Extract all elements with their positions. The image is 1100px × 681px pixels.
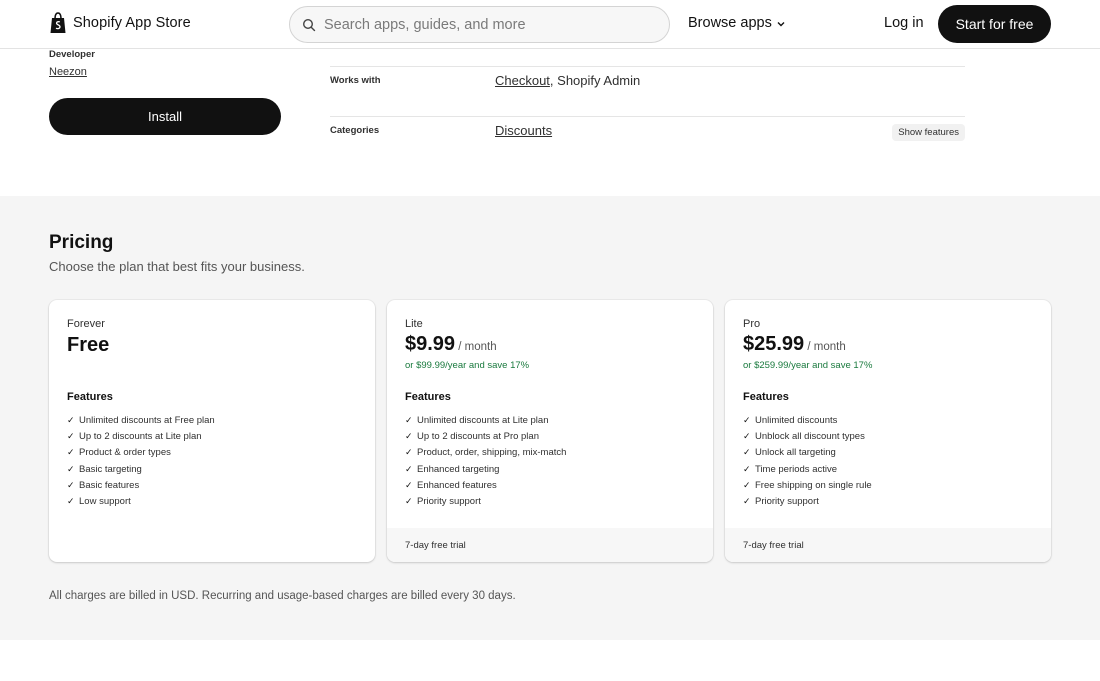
feature-item: ✓ Low support [67, 496, 131, 508]
feature-item: ✓ Unblock all discount types [743, 430, 865, 442]
install-button[interactable]: Install [49, 98, 281, 135]
checkmark-icon: ✓ [67, 496, 75, 507]
checkmark-icon: ✓ [743, 414, 751, 425]
show-features-button[interactable]: Show features [892, 124, 965, 141]
developer-label: Developer [49, 49, 95, 60]
browse-apps-label: Browse apps [688, 15, 772, 31]
plan-yearly-offer: or $99.99/year and save 17% [405, 360, 530, 371]
feature-item: ✓ Basic targeting [67, 463, 142, 475]
feature-item: ✓ Free shipping on single rule [743, 479, 872, 491]
plan-card-lite: Lite $9.99 / month or $99.99/year and sa… [387, 300, 713, 562]
feature-item: ✓ Product & order types [67, 447, 171, 459]
checkmark-icon: ✓ [743, 479, 751, 490]
checkmark-icon: ✓ [405, 463, 413, 474]
plan-card-free: Forever Free Features ✓ Unlimited discoun… [49, 300, 375, 562]
plan-period: / month [804, 341, 846, 353]
developer-link[interactable]: Neezon [49, 66, 87, 78]
plan-name: Pro [743, 318, 761, 330]
checkmark-icon: ✓ [405, 430, 413, 441]
plan-period: / month [455, 341, 497, 353]
feature-item: ✓ Unlimited discounts at Lite plan [405, 414, 549, 426]
works-with-value: Checkout, Shopify Admin [495, 73, 640, 88]
login-link[interactable]: Log in [884, 15, 924, 31]
feature-item: ✓ Time periods active [743, 463, 838, 475]
feature-item: ✓ Unlimited discounts at Free plan [67, 414, 215, 426]
features-list: ✓ Unlimited discounts ✓ Unblock all discou… [743, 412, 872, 510]
plan-price-amount: $9.99 [405, 333, 456, 355]
billing-note: All charges are billed in USD. Recurring… [49, 590, 516, 602]
feature-item: ✓ Unlimited discounts [743, 414, 838, 426]
brand-name: Shopify App Store [73, 15, 191, 31]
works-with-rest: , Shopify Admin [549, 73, 641, 88]
checkmark-icon: ✓ [67, 463, 75, 474]
checkmark-icon: ✓ [405, 447, 413, 458]
plan-yearly-offer: or $259.99/year and save 17% [743, 360, 873, 371]
checkmark-icon: ✓ [67, 430, 75, 441]
plan-price-amount: $25.99 [743, 333, 805, 355]
top-navigation: Shopify App Store Browse apps Log in Sta… [0, 0, 1100, 49]
checkout-link[interactable]: Checkout [495, 73, 550, 88]
feature-item: ✓ Up to 2 discounts at Lite plan [67, 430, 202, 442]
discounts-category-link[interactable]: Discounts [495, 123, 552, 138]
features-title: Features [67, 391, 113, 403]
checkmark-icon: ✓ [743, 430, 751, 441]
feature-item: ✓ Product, order, shipping, mix-match [405, 447, 567, 459]
plan-name: Forever [67, 318, 105, 330]
search-bar[interactable] [289, 6, 670, 43]
feature-item: ✓ Enhanced targeting [405, 463, 500, 475]
features-title: Features [743, 391, 789, 403]
brand-home-link[interactable]: Shopify App Store [49, 12, 191, 34]
browse-apps-menu[interactable]: Browse apps [688, 15, 786, 31]
feature-item: ✓ Up to 2 discounts at Pro plan [405, 430, 539, 442]
checkmark-icon: ✓ [743, 496, 751, 507]
checkmark-icon: ✓ [405, 496, 413, 507]
plan-price: $9.99 / month [405, 333, 497, 356]
plan-price: $25.99 / month [743, 333, 846, 356]
checkmark-icon: ✓ [405, 414, 413, 425]
pricing-section: Pricing Choose the plan that best fits y… [0, 196, 1100, 640]
pricing-subtitle: Choose the plan that best fits your busi… [49, 259, 305, 274]
works-with-label: Works with [330, 75, 381, 86]
plan-price-amount: Free [67, 334, 110, 356]
plan-price: Free [67, 334, 109, 357]
plan-card-pro: Pro $25.99 / month or $259.99/year and s… [725, 300, 1051, 562]
categories-label: Categories [330, 125, 380, 136]
features-list: ✓ Unlimited discounts at Lite plan ✓ Up to… [405, 412, 566, 510]
feature-item: ✓ Basic features [67, 479, 140, 491]
start-for-free-button[interactable]: Start for free [938, 5, 1051, 43]
categories-value: Discounts [495, 123, 552, 138]
free-trial-note: 7-day free trial [725, 528, 1051, 562]
feature-item: ✓ Unlock all targeting [743, 447, 836, 459]
search-icon [302, 18, 316, 31]
checkmark-icon: ✓ [67, 414, 75, 425]
checkmark-icon: ✓ [743, 447, 751, 458]
works-with-row: Works with Checkout, Shopify Admin [330, 66, 965, 116]
checkmark-icon: ✓ [67, 447, 75, 458]
pricing-title: Pricing [49, 232, 114, 253]
plan-name: Lite [405, 318, 423, 330]
categories-row: Categories Discounts Show features [330, 116, 965, 152]
checkmark-icon: ✓ [405, 479, 413, 490]
feature-item: ✓ Priority support [743, 496, 819, 508]
search-input[interactable] [324, 16, 644, 33]
checkmark-icon: ✓ [743, 463, 751, 474]
chevron-down-icon [777, 21, 785, 26]
features-title: Features [405, 391, 451, 403]
feature-item: ✓ Enhanced features [405, 479, 497, 491]
features-list: ✓ Unlimited discounts at Free plan ✓ Up to… [67, 412, 215, 510]
checkmark-icon: ✓ [67, 479, 75, 490]
free-trial-note: 7-day free trial [387, 528, 713, 562]
shopping-bag-icon [50, 12, 66, 33]
feature-item: ✓ Priority support [405, 496, 481, 508]
